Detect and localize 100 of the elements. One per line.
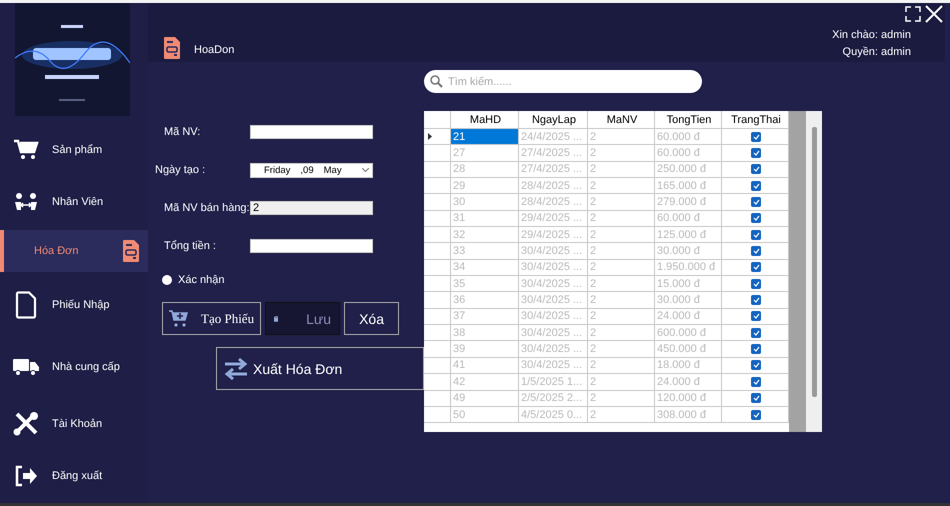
table-cell: 29 (451, 178, 519, 194)
table-cell: 60.000 đ (655, 129, 722, 146)
table-cell: 2 (588, 194, 655, 211)
column-header[interactable]: TongTien (655, 111, 722, 129)
table-cell: 30/4/2025 ... (519, 292, 588, 309)
checkbox[interactable] (751, 295, 761, 306)
table-cell: 15.000 đ (655, 276, 722, 292)
sidebar-item[interactable]: Nhân Viên (0, 176, 148, 228)
checkbox[interactable] (751, 213, 761, 224)
export-button[interactable]: Xuất Hóa Đơn (216, 347, 424, 390)
table-cell: 37 (451, 308, 519, 326)
cart-plus-icon (169, 310, 189, 328)
table-cell: 2 (588, 406, 655, 424)
checkbox[interactable] (751, 278, 761, 289)
sidebar-item[interactable]: Hóa Đơn (0, 230, 148, 272)
sidebar-item[interactable]: Đăng xuất (0, 450, 148, 502)
scrollbar[interactable] (789, 111, 822, 432)
checkbox[interactable] (751, 132, 761, 142)
table-cell: 30/4/2025 ... (519, 325, 588, 342)
table-cell: 33 (451, 243, 519, 260)
search-field[interactable]: Tìm kiếm...... (424, 70, 702, 93)
table-cell: 2 (588, 178, 655, 194)
table-cell: 29/4/2025 ... (519, 210, 588, 228)
page-icon (15, 291, 37, 319)
table-cell: 30.000 đ (655, 292, 722, 309)
search-icon (430, 75, 443, 88)
checkbox[interactable] (751, 262, 761, 272)
field-label: Mã NV bán hàng: (163, 202, 250, 214)
table-cell: 24.000 đ (655, 308, 722, 326)
table-cell: 2 (588, 374, 655, 390)
input-field[interactable] (250, 125, 373, 139)
column-header[interactable]: MaNV (588, 111, 655, 129)
checkbox[interactable] (751, 197, 761, 208)
table-cell: 36 (451, 292, 519, 309)
action-button[interactable]: Xóa (344, 302, 399, 335)
table-cell: 2 (588, 390, 655, 407)
table-cell: 32 (451, 227, 519, 244)
checkbox[interactable] (751, 376, 761, 387)
table-cell: 2 (588, 276, 655, 292)
checkbox[interactable] (751, 410, 761, 420)
table-cell: 60.000 đ (655, 210, 722, 228)
checkbox[interactable] (751, 164, 761, 174)
column-header[interactable]: NgayLap (519, 111, 588, 129)
action-button[interactable]: Tạo Phiếu (162, 302, 262, 335)
table-cell: 2 (588, 227, 655, 244)
table-cell: 30/4/2025 ... (519, 358, 588, 374)
table-cell: 30/4/2025 ... (519, 276, 588, 292)
input-field[interactable]: 2 (250, 201, 373, 215)
checkbox[interactable] (751, 148, 761, 158)
table-cell: 24/4/2025 ... (519, 129, 588, 146)
sidebar-item[interactable]: Phiếu Nhập (0, 274, 148, 336)
close-icon[interactable] (925, 5, 943, 23)
page-title: HoaDon (194, 44, 234, 56)
table-cell: 2 (588, 325, 655, 342)
checkbox[interactable] (751, 246, 761, 256)
checkbox[interactable] (751, 344, 761, 354)
checkbox[interactable] (751, 180, 761, 191)
table-cell: 250.000 đ (655, 162, 722, 178)
document-icon (162, 35, 182, 61)
document-icon (120, 238, 141, 264)
table-cell: 31 (451, 210, 519, 228)
table-cell: 42 (451, 374, 519, 390)
table-cell: 30.000 đ (655, 243, 722, 260)
confirm-radio[interactable]: Xác nhận (162, 274, 424, 286)
table-corner (424, 111, 451, 129)
tools-icon (13, 412, 39, 436)
table-cell: 30/4/2025 ... (519, 308, 588, 326)
table-cell: 125.000 đ (655, 227, 722, 244)
table-cell: 30 (451, 194, 519, 211)
checkbox[interactable] (751, 393, 761, 404)
date-picker[interactable]: Friday ,09 May (250, 162, 373, 178)
input-field[interactable] (250, 239, 373, 253)
swap-icon (223, 356, 249, 382)
table-cell: 2 (588, 145, 655, 162)
people-icon (14, 192, 38, 212)
table-cell: 60.000 đ (655, 145, 722, 162)
checkbox[interactable] (751, 328, 761, 338)
checkbox[interactable] (751, 360, 761, 370)
table-cell: 600.000 đ (655, 325, 722, 342)
cart-icon (13, 139, 39, 161)
table-cell: 279.000 đ (655, 194, 722, 211)
sidebar-item[interactable]: Sản phẩm (0, 124, 148, 176)
action-button[interactable]: Lưu (265, 302, 340, 335)
truck-icon (13, 358, 39, 376)
row-pointer-icon (428, 133, 432, 140)
table-cell: 34 (451, 260, 519, 276)
table-cell: 30/4/2025 ... (519, 341, 588, 358)
maximize-icon[interactable] (905, 6, 921, 22)
sidebar-item[interactable]: Tài Khoản (0, 398, 148, 450)
table-cell: 1/5/2025 1... (519, 374, 588, 390)
caret-icon (362, 168, 369, 172)
table-cell: 2/5/2025 2... (519, 390, 588, 407)
table-cell: 2 (588, 341, 655, 358)
table-cell: 308.000 đ (655, 406, 722, 424)
table-cell: 41 (451, 358, 519, 374)
sidebar-item[interactable]: Nhà cung cấp (0, 336, 148, 398)
table-cell: 30/4/2025 ... (519, 260, 588, 276)
table-cell: 2 (588, 210, 655, 228)
checkbox[interactable] (751, 311, 761, 322)
checkbox[interactable] (751, 230, 761, 240)
